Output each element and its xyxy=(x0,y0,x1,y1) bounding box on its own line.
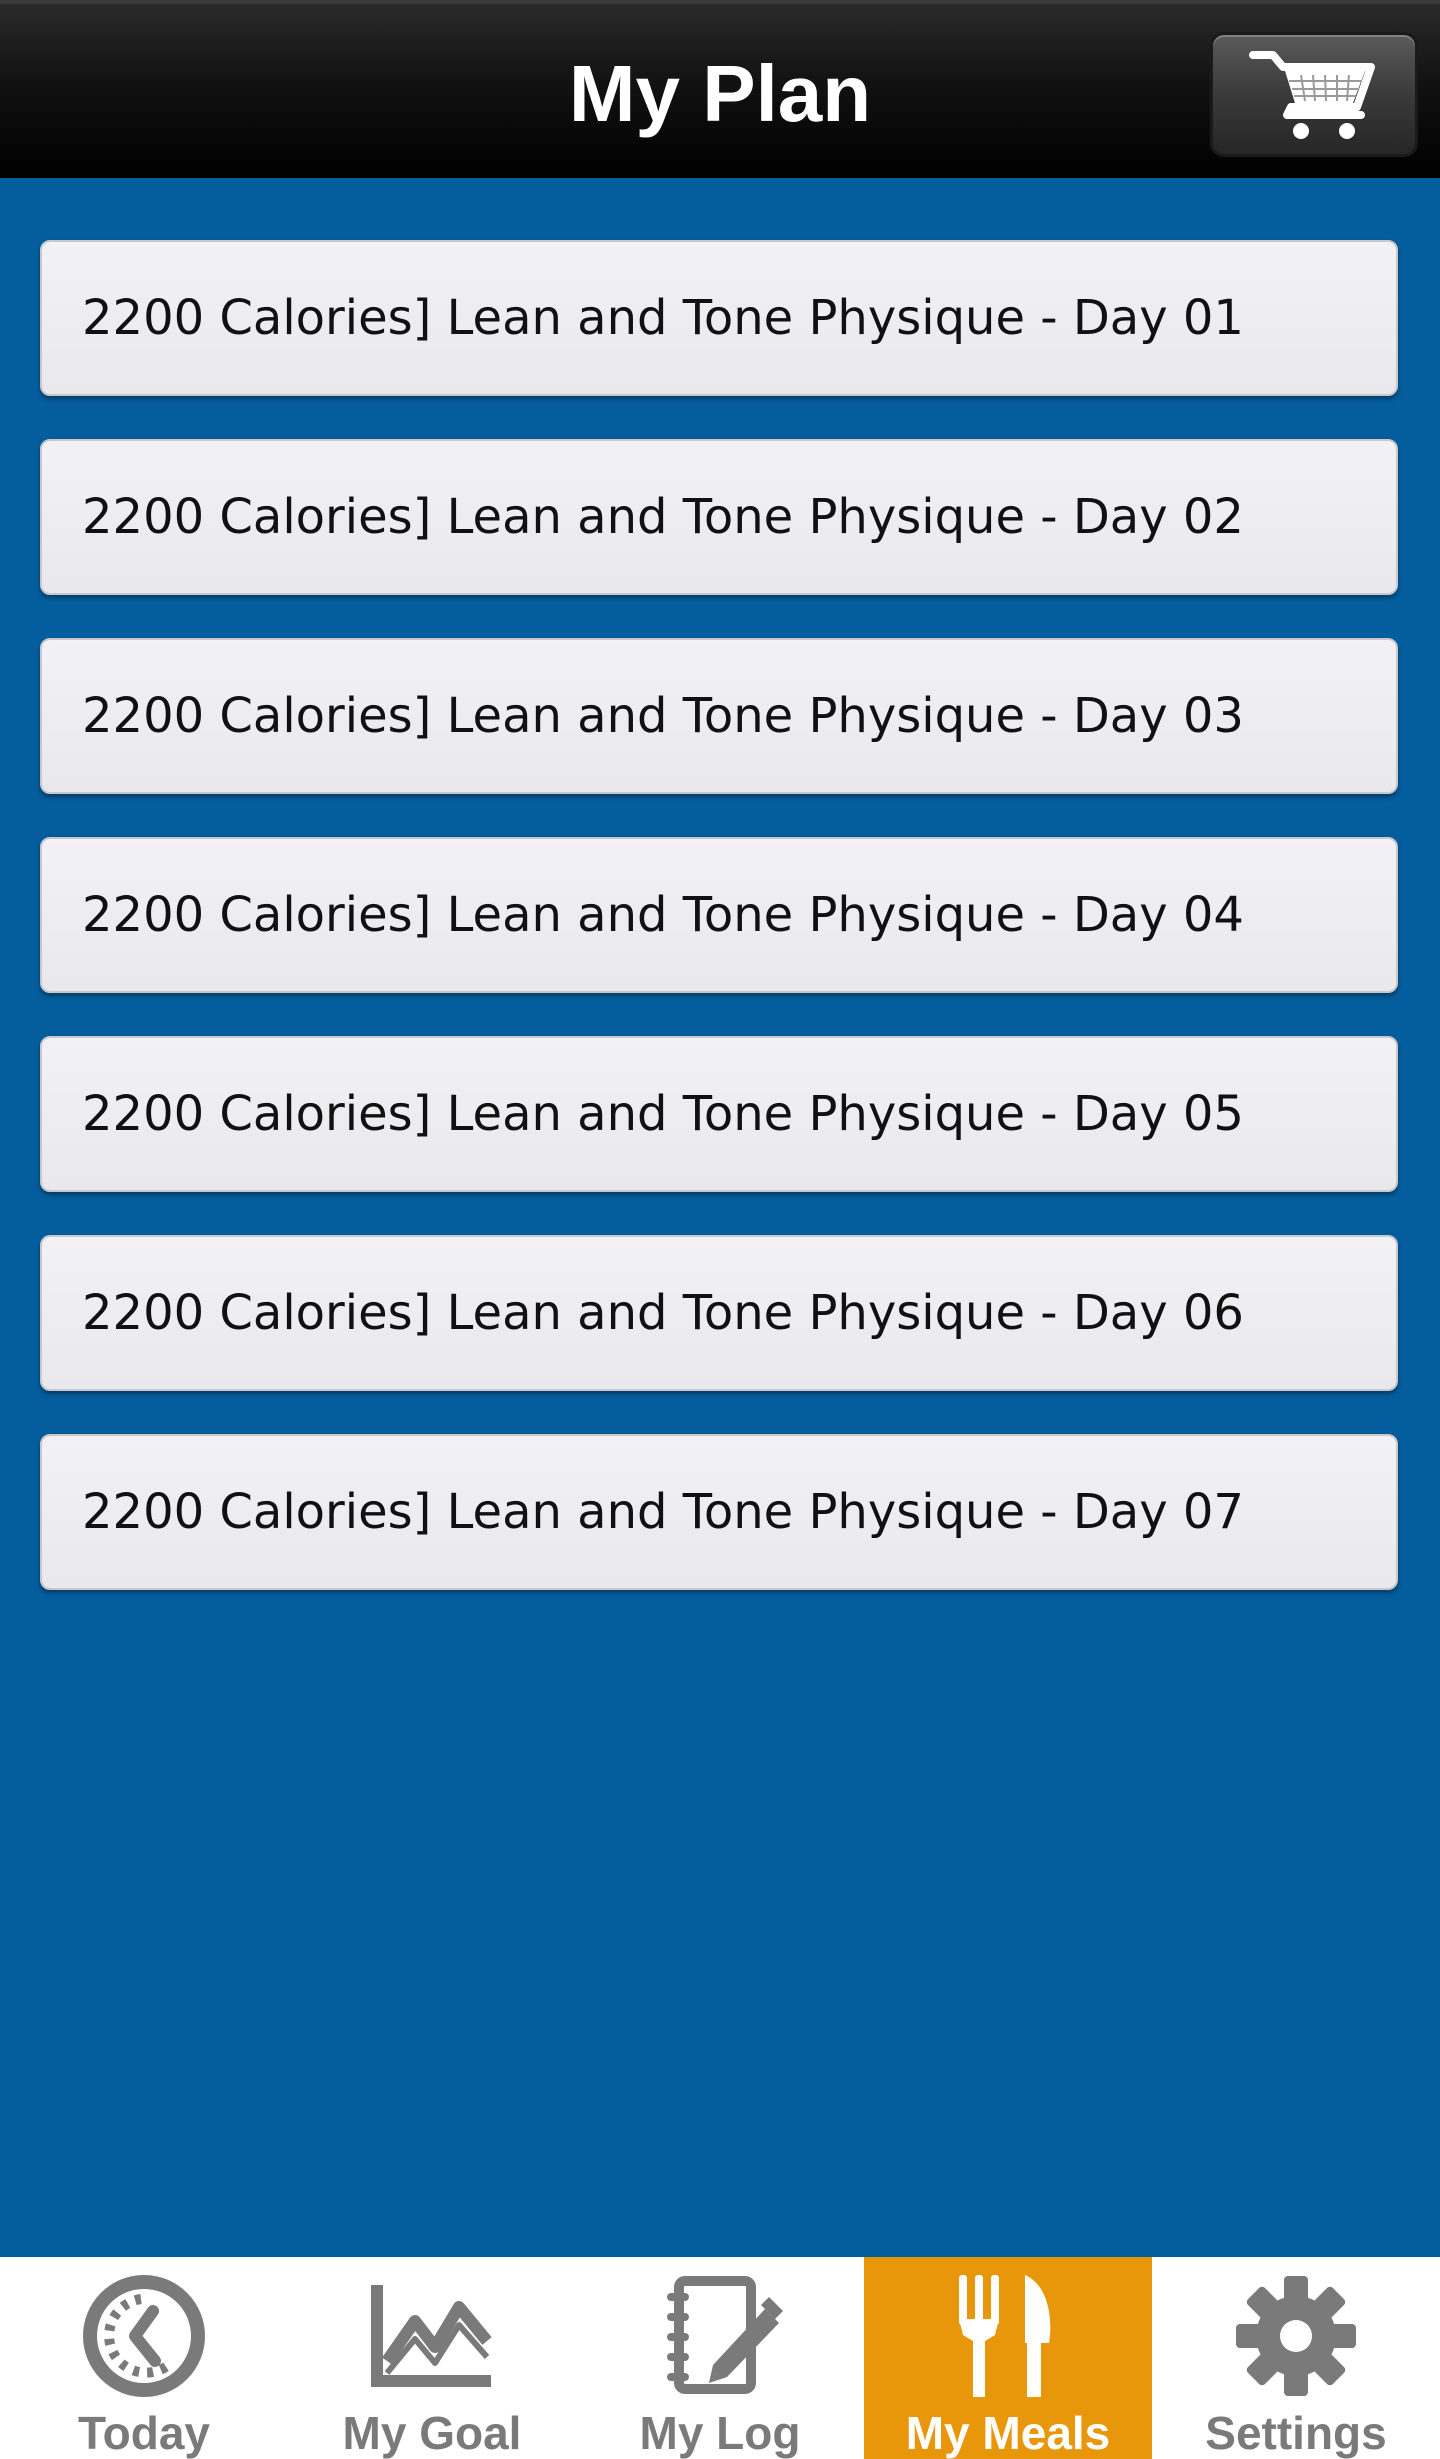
clock-icon xyxy=(74,2271,214,2401)
plan-item-day-04[interactable]: 2200 Calories] Lean and Tone Physique - … xyxy=(40,837,1398,993)
tab-settings[interactable]: Settings xyxy=(1152,2257,1440,2459)
plan-item-label: 2200 Calories] Lean and Tone Physique - … xyxy=(82,1086,1244,1142)
gear-icon xyxy=(1226,2271,1366,2401)
plan-item-day-05[interactable]: 2200 Calories] Lean and Tone Physique - … xyxy=(40,1036,1398,1192)
tab-label: Settings xyxy=(1205,2407,1387,2459)
tab-bar: Today My Goal My Log My Meals Settings xyxy=(0,2257,1440,2459)
plan-item-day-01[interactable]: 2200 Calories] Lean and Tone Physique - … xyxy=(40,240,1398,396)
chart-line-icon xyxy=(362,2271,502,2401)
plan-item-label: 2200 Calories] Lean and Tone Physique - … xyxy=(82,1285,1244,1341)
plan-item-label: 2200 Calories] Lean and Tone Physique - … xyxy=(82,688,1244,744)
fork-knife-icon xyxy=(938,2271,1078,2401)
plan-item-day-03[interactable]: 2200 Calories] Lean and Tone Physique - … xyxy=(40,638,1398,794)
tab-label: My Log xyxy=(639,2407,801,2459)
shopping-cart-icon xyxy=(1249,50,1375,139)
plan-item-day-06[interactable]: 2200 Calories] Lean and Tone Physique - … xyxy=(40,1235,1398,1391)
app-screen: My Plan 2200 Calories] Lean and Tone Phy… xyxy=(0,0,1440,2459)
plan-item-day-07[interactable]: 2200 Calories] Lean and Tone Physique - … xyxy=(40,1434,1398,1590)
tab-my-log[interactable]: My Log xyxy=(576,2257,864,2459)
tab-my-meals[interactable]: My Meals xyxy=(864,2257,1152,2459)
cart-button[interactable] xyxy=(1210,32,1418,157)
plan-item-day-02[interactable]: 2200 Calories] Lean and Tone Physique - … xyxy=(40,439,1398,595)
tab-label: Today xyxy=(77,2407,211,2459)
tab-label: My Meals xyxy=(905,2407,1111,2459)
plan-item-label: 2200 Calories] Lean and Tone Physique - … xyxy=(82,489,1244,545)
plan-item-label: 2200 Calories] Lean and Tone Physique - … xyxy=(82,290,1244,346)
notebook-pencil-icon xyxy=(650,2271,790,2401)
plan-list: 2200 Calories] Lean and Tone Physique - … xyxy=(40,240,1398,1633)
tab-my-goal[interactable]: My Goal xyxy=(288,2257,576,2459)
tab-label: My Goal xyxy=(342,2407,522,2459)
plan-item-label: 2200 Calories] Lean and Tone Physique - … xyxy=(82,1484,1244,1540)
plan-item-label: 2200 Calories] Lean and Tone Physique - … xyxy=(82,887,1244,943)
header-bar: My Plan xyxy=(0,0,1440,178)
tab-today[interactable]: Today xyxy=(0,2257,288,2459)
